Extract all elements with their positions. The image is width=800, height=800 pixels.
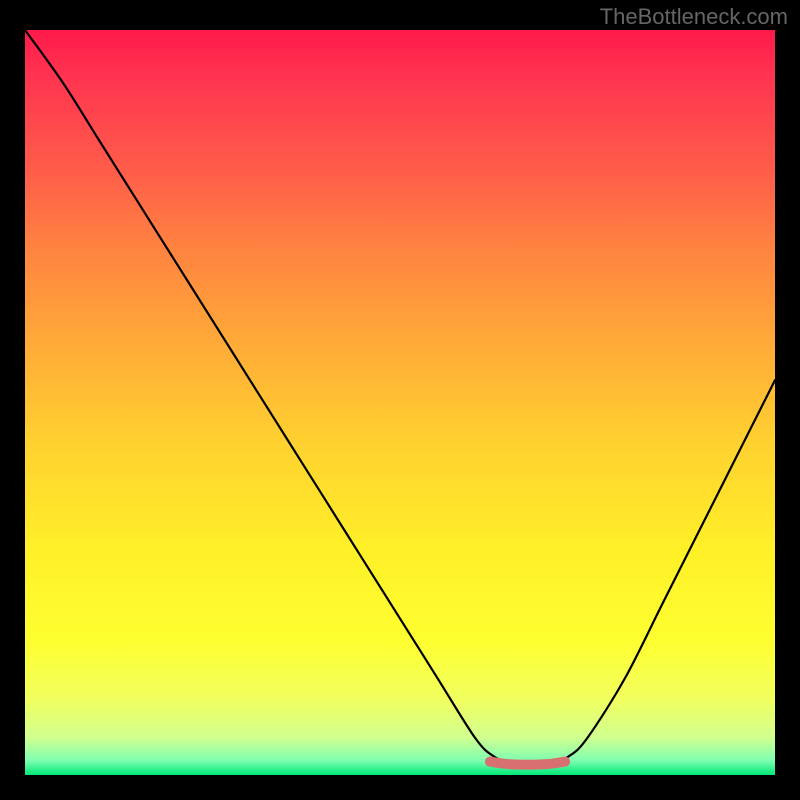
optimal-marker-end-right bbox=[560, 757, 570, 767]
optimal-marker bbox=[490, 762, 565, 765]
chart-svg bbox=[25, 30, 775, 775]
bottleneck-curve bbox=[25, 30, 775, 765]
watermark-text: TheBottleneck.com bbox=[600, 4, 788, 30]
plot-area bbox=[25, 30, 775, 775]
optimal-marker-end-left bbox=[485, 757, 495, 767]
